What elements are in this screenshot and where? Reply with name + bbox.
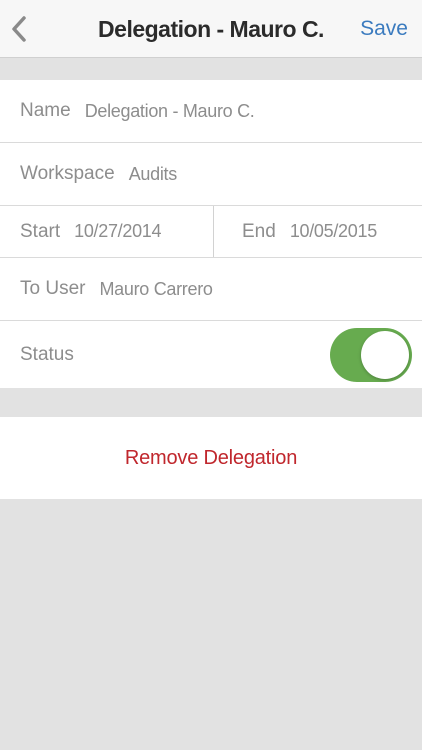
navigation-bar: Delegation - Mauro C. Save (0, 0, 422, 58)
delegation-form: Name Delegation - Mauro C. Workspace Aud… (0, 80, 422, 388)
start-date-cell[interactable]: Start 10/27/2014 (0, 206, 214, 257)
workspace-value[interactable]: Audits (115, 164, 178, 185)
to-user-label: To User (20, 278, 86, 299)
start-label: Start (20, 220, 61, 242)
workspace-row[interactable]: Workspace Audits (0, 143, 422, 206)
end-date-cell[interactable]: End 10/05/2015 (215, 206, 422, 257)
end-label: End (242, 220, 276, 242)
name-label: Name (20, 100, 71, 121)
to-user-value[interactable]: Mauro Carrero (85, 279, 212, 300)
date-range-row: Start 10/27/2014 End 10/05/2015 (0, 206, 422, 258)
workspace-label: Workspace (20, 163, 115, 184)
remove-section: Remove Delegation (0, 417, 422, 499)
status-label: Status (20, 343, 74, 365)
name-value[interactable]: Delegation - Mauro C. (71, 101, 255, 122)
save-button[interactable]: Save (360, 0, 408, 58)
status-row: Status (0, 321, 422, 388)
remove-delegation-button[interactable]: Remove Delegation (125, 447, 297, 470)
to-user-row[interactable]: To User Mauro Carrero (0, 258, 422, 321)
status-toggle[interactable] (330, 328, 412, 382)
page-title: Delegation - Mauro C. (98, 16, 324, 42)
start-date-value[interactable]: 10/27/2014 (60, 221, 161, 242)
name-row[interactable]: Name Delegation - Mauro C. (0, 80, 422, 143)
toggle-knob (361, 331, 409, 379)
end-date-value[interactable]: 10/05/2015 (276, 221, 377, 242)
